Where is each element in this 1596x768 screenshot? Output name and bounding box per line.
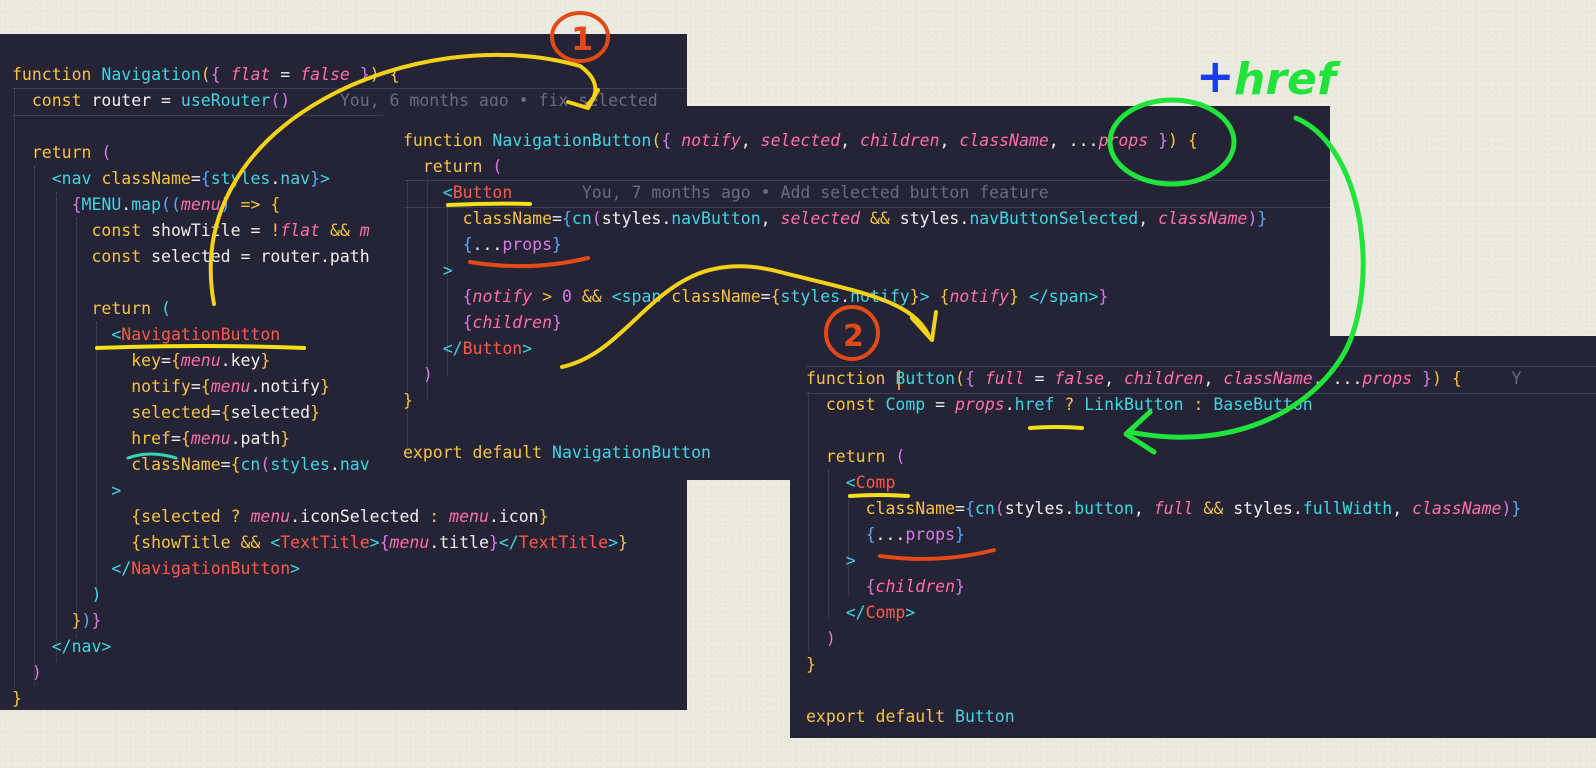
code-line: ) bbox=[422, 365, 433, 384]
code-line: const selected = router.path bbox=[91, 247, 370, 266]
code-line: return ( bbox=[31, 143, 112, 162]
plus-label: + bbox=[1196, 49, 1235, 103]
code-line: </NavigationButton> bbox=[111, 559, 301, 578]
code-line: return ( bbox=[422, 157, 503, 176]
code-line: })} bbox=[71, 611, 102, 630]
code-line: notify={menu.notify} bbox=[131, 377, 330, 396]
code-line: className={cn(styles.navButton, selected… bbox=[462, 209, 1268, 228]
code-line: selected={selected} bbox=[131, 403, 320, 422]
code-line: ) bbox=[825, 629, 836, 648]
code-line: key={menu.key} bbox=[131, 351, 271, 370]
code-line: return ( bbox=[91, 299, 171, 318]
code-line: {selected ? menu.iconSelected : menu.ico… bbox=[131, 507, 549, 526]
code-line: {...props} bbox=[865, 525, 965, 544]
code-line: {showTitle && <TextTitle>{menu.title}</T… bbox=[131, 533, 628, 552]
code-line: <Comp bbox=[845, 473, 896, 492]
code-line: export default Button bbox=[806, 707, 1015, 726]
code-line: } bbox=[806, 655, 816, 674]
code-line: className={cn(styles.button, full && sty… bbox=[865, 499, 1522, 518]
code-line: function NavigationButton({ notify, sele… bbox=[403, 131, 1198, 150]
code-line: </Comp> bbox=[845, 603, 916, 622]
code-line: className={cn(styles.nav bbox=[131, 455, 370, 474]
code-line: > bbox=[845, 551, 856, 570]
code-line: </Button> bbox=[442, 339, 533, 358]
code-line: > bbox=[442, 261, 453, 280]
href-label: href bbox=[1234, 54, 1341, 105]
code-line: } bbox=[12, 689, 22, 708]
code-line: const showTitle = !flat && m bbox=[91, 221, 370, 240]
code-line: function Navigation({ flat = false }) { bbox=[12, 65, 400, 84]
code-line: function Button({ full = false, children… bbox=[806, 369, 1522, 388]
code-line: {...props} bbox=[462, 235, 562, 254]
code-line: } bbox=[403, 391, 413, 410]
code-line: > bbox=[111, 481, 122, 500]
code-line: href={menu.path} bbox=[131, 429, 291, 448]
code-line: <Button You, 7 months ago • Add selected… bbox=[442, 183, 1049, 202]
code-line: ) bbox=[31, 663, 42, 682]
code-line: {children} bbox=[462, 313, 562, 332]
code-line: {MENU.map((menu) => { bbox=[71, 195, 281, 214]
code-line: <NavigationButton bbox=[111, 325, 281, 344]
code-line: return ( bbox=[825, 447, 906, 466]
code-line: export default NavigationButton bbox=[403, 443, 711, 462]
code-line: {children} bbox=[865, 577, 965, 596]
code-line: {notify > 0 && <span className={styles.n… bbox=[462, 287, 1109, 306]
editor-panel-button: function Button({ full = false, children… bbox=[790, 336, 1596, 738]
code-line: const Comp = props.href ? LinkButton : B… bbox=[825, 395, 1313, 414]
code-line: ) bbox=[91, 585, 102, 604]
code-line: <nav className={styles.nav}> bbox=[51, 169, 330, 188]
code-line: </nav> bbox=[51, 637, 112, 656]
